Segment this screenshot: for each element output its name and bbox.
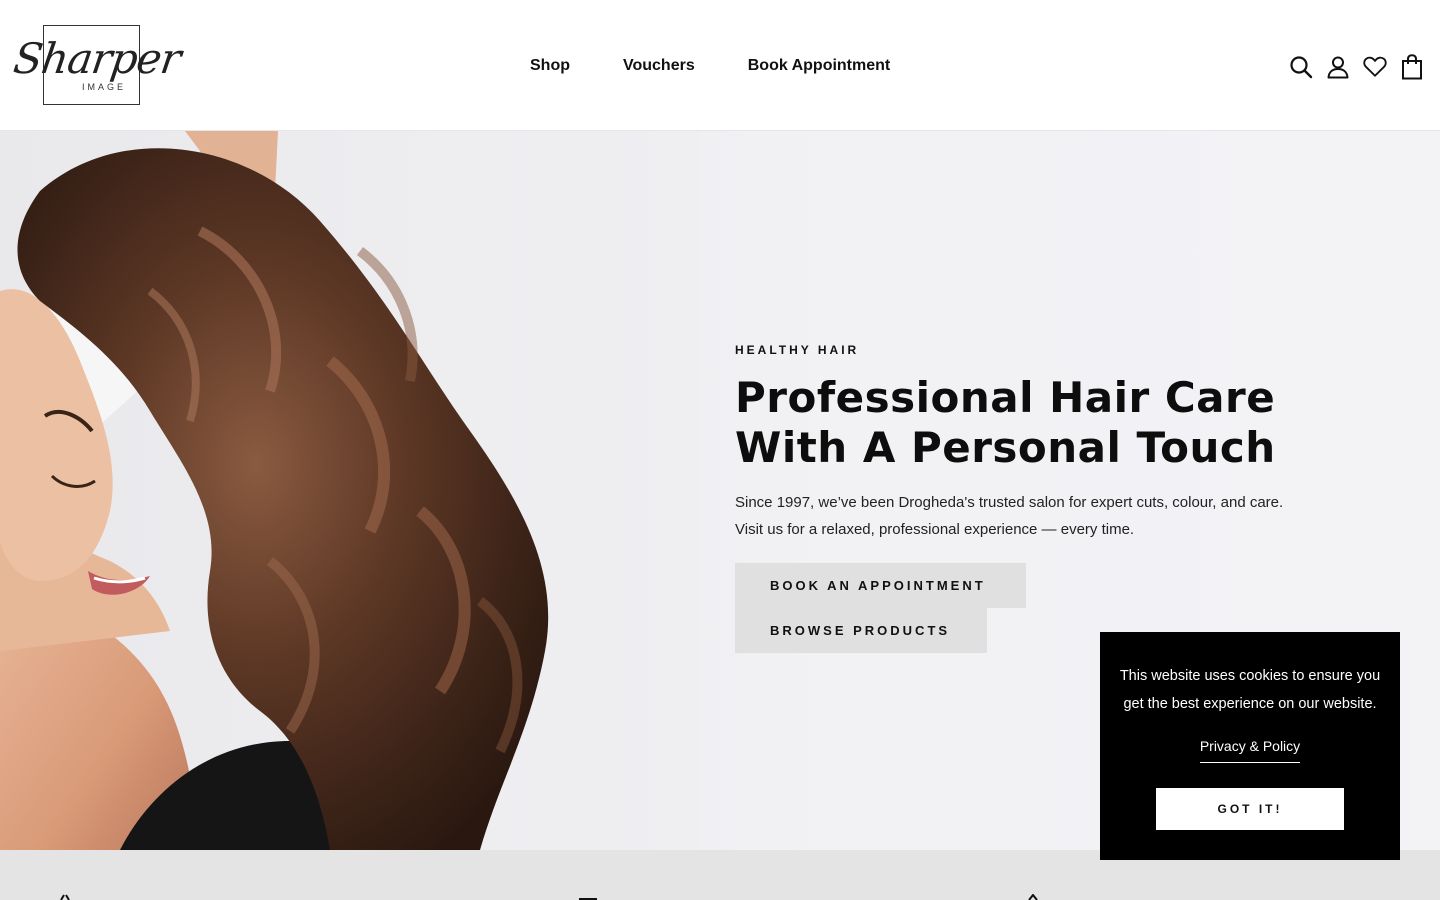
feature-icon-2 bbox=[579, 898, 597, 900]
browse-products-button[interactable]: BROWSE PRODUCTS bbox=[735, 608, 987, 653]
hero-description-line-2: Visit us for a relaxed, professional exp… bbox=[735, 521, 1135, 538]
nav-book-appointment-link[interactable]: Book Appointment bbox=[748, 56, 891, 76]
privacy-policy-link[interactable]: Privacy & Policy bbox=[1199, 738, 1301, 763]
hero-description: Since 1997, we’ve been Drogheda's truste… bbox=[735, 489, 1335, 543]
header-icons bbox=[1289, 54, 1424, 80]
cookie-banner: This website uses cookies to ensure you … bbox=[1100, 632, 1400, 860]
nav-shop-link[interactable]: Shop bbox=[530, 56, 570, 76]
hero-headline-line-1: Professional Hair Care bbox=[735, 373, 1276, 422]
hero-description-line-1: Since 1997, we’ve been Drogheda's truste… bbox=[735, 494, 1284, 511]
hero-content: HEALTHY HAIR Professional Hair Care With… bbox=[735, 343, 1335, 653]
nav-vouchers-link[interactable]: Vouchers bbox=[623, 56, 695, 76]
cookie-message: This website uses cookies to ensure you … bbox=[1119, 668, 1381, 712]
book-appointment-button[interactable]: BOOK AN APPOINTMENT bbox=[735, 563, 1026, 608]
cookie-policy-wrap: Privacy & Policy bbox=[1100, 738, 1400, 763]
hero-eyebrow: HEALTHY HAIR bbox=[735, 343, 860, 357]
cart-bag-icon[interactable] bbox=[1400, 54, 1424, 80]
cookie-accept-button[interactable]: GOT IT! bbox=[1156, 788, 1344, 830]
feature-icon-1 bbox=[60, 894, 70, 900]
hero-model-image bbox=[0, 131, 700, 850]
hero-headline: Professional Hair Care With A Personal T… bbox=[735, 373, 1335, 473]
wishlist-heart-icon[interactable] bbox=[1363, 54, 1387, 80]
logo-sub-text: IMAGE bbox=[82, 82, 127, 92]
brand-logo[interactable]: Sharper IMAGE bbox=[11, 24, 183, 108]
site-header: Sharper IMAGE Shop Vouchers Book Appoint… bbox=[0, 0, 1440, 131]
logo-script-text: Sharper bbox=[10, 34, 184, 83]
hero-headline-line-2: With A Personal Touch bbox=[735, 423, 1276, 472]
main-nav: Shop Vouchers Book Appointment bbox=[530, 56, 890, 76]
account-icon[interactable] bbox=[1326, 54, 1350, 80]
search-icon[interactable] bbox=[1289, 54, 1313, 80]
feature-icon-3 bbox=[1028, 894, 1038, 900]
